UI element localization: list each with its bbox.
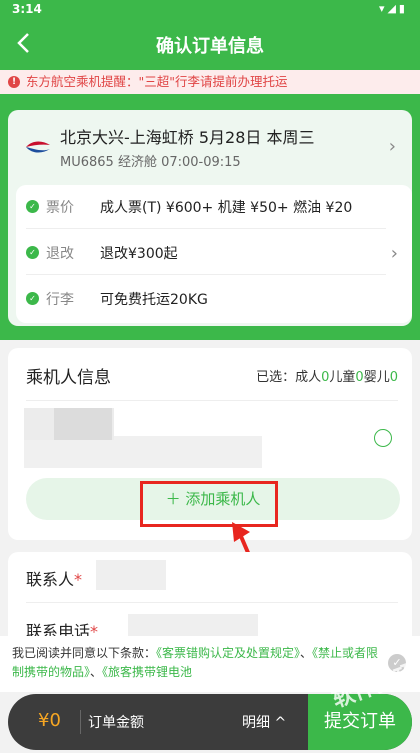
fare-row-baggage: ✓ 行李 可免费托运20KG xyxy=(26,277,386,321)
divider xyxy=(26,602,398,603)
fare-value: 成人票(T) ¥600+ 机建 ¥50+ 燃油 ¥20 xyxy=(100,200,353,216)
flight-card[interactable]: 北京大兴-上海虹桥 5月28日 本周三 MU6865 经济舱 07:00-09:… xyxy=(8,110,412,326)
page-title: 确认订单信息 xyxy=(156,36,264,57)
baggage-key: 行李 xyxy=(46,292,74,308)
passenger-title: 乘机人信息 xyxy=(26,368,111,388)
status-icons: ▾◢▮ xyxy=(378,2,408,15)
selected-prefix: 已选：成人 xyxy=(256,370,322,385)
notice-text: 东方航空乘机提醒："三超"行李请提前办理托运 xyxy=(26,74,288,89)
required-mark: * xyxy=(74,570,83,589)
child-count: 0 xyxy=(355,370,364,385)
check-icon: ✓ xyxy=(26,200,39,213)
baggage-value: 可免费托运20KG xyxy=(100,292,208,308)
fare-row-price: ✓ 票价 成人票(T) ¥600+ 机建 ¥50+ 燃油 ¥20 xyxy=(26,185,386,229)
redacted-passenger-name-dark xyxy=(54,408,112,440)
infant-label: 婴儿 xyxy=(363,370,390,385)
baggage-notice[interactable]: ! 东方航空乘机提醒："三超"行李请提前办理托运 xyxy=(0,70,420,94)
contact-name-text: 联系人 xyxy=(26,570,75,589)
check-icon: ✓ xyxy=(26,292,39,305)
terms-prefix: 我已阅读并同意以下条款： xyxy=(12,646,157,660)
flight-route: 北京大兴-上海虹桥 5月28日 本周三 xyxy=(60,128,315,147)
fare-details[interactable]: ✓ 票价 成人票(T) ¥600+ 机建 ¥50+ 燃油 ¥20 ✓ 退改 退改… xyxy=(16,185,412,323)
flight-subinfo: MU6865 经济舱 07:00-09:15 xyxy=(60,155,241,170)
terms-link-refund[interactable]: 《客票错购认定及处置规定》 xyxy=(156,646,300,660)
refund-value: 退改¥300起 xyxy=(100,246,178,262)
infant-count: 0 xyxy=(389,370,398,385)
airline-logo-icon xyxy=(26,141,50,153)
passenger-count: 已选：成人0儿童0婴儿0 xyxy=(256,366,398,385)
terms-separator: 、 xyxy=(300,646,313,660)
fare-key: 票价 xyxy=(46,200,74,216)
alert-icon: ! xyxy=(8,76,20,88)
price-details-button[interactable]: 明细 ^ xyxy=(242,712,286,732)
fare-row-refund: ✓ 退改 退改¥300起 xyxy=(26,231,386,275)
status-bar: 3:14 ▾◢▮ xyxy=(0,0,420,20)
terms-separator: 、 xyxy=(90,665,103,679)
contact-name-field[interactable] xyxy=(96,560,166,590)
contact-name-label: 联系人* xyxy=(26,566,82,590)
divider xyxy=(26,400,398,401)
chevron-right-icon: › xyxy=(388,136,396,157)
title-bar: 确认订单信息 xyxy=(0,22,420,66)
check-icon: ✓ xyxy=(26,246,39,259)
chevron-right-icon: › xyxy=(390,243,398,264)
status-time: 3:14 xyxy=(12,2,42,16)
divider xyxy=(80,710,81,734)
terms-link-battery[interactable]: 《旅客携带锂电池 xyxy=(102,665,192,679)
order-amount: ¥0 xyxy=(38,710,61,731)
refund-key: 退改 xyxy=(46,246,74,262)
child-label: 儿童 xyxy=(329,370,356,385)
passenger-select-radio[interactable] xyxy=(374,429,392,447)
order-amount-label: 订单金额 xyxy=(88,715,144,731)
redacted-passenger xyxy=(24,436,262,468)
